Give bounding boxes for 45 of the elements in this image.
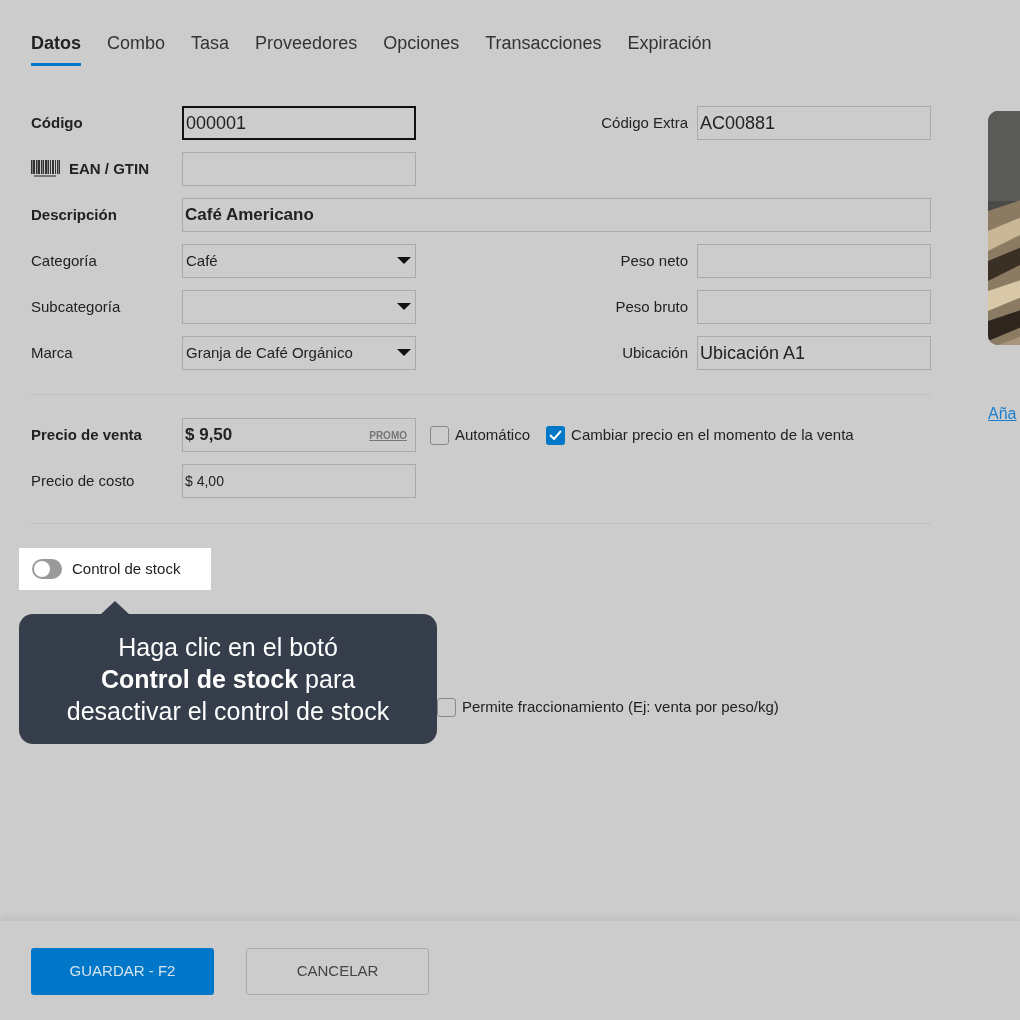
field-label: Precio de venta bbox=[31, 424, 142, 445]
input-field[interactable]: Ubicación A1 bbox=[697, 336, 931, 370]
tab[interactable]: Proveedores bbox=[255, 30, 358, 66]
checkbox[interactable] bbox=[546, 425, 566, 445]
input-field[interactable]: AC00881 bbox=[697, 106, 931, 140]
checkbox-label[interactable]: Cambiar precio en el momento de la venta bbox=[571, 423, 854, 447]
field-label: EAN / GTIN bbox=[69, 158, 149, 179]
tab[interactable]: Tasa bbox=[191, 30, 230, 66]
input-field[interactable] bbox=[697, 290, 931, 324]
tooltip: Haga clic en el botó Control de stock para desactivar el control de stock bbox=[19, 614, 437, 744]
caret-icon bbox=[397, 257, 411, 265]
field-label: Marca bbox=[31, 342, 73, 363]
checkbox-label[interactable]: Automático bbox=[455, 423, 531, 447]
field-label: Descripción bbox=[31, 204, 117, 225]
input-field[interactable]: 000001 bbox=[182, 106, 416, 140]
cancel-button[interactable]: CANCELAR bbox=[246, 948, 429, 995]
input-field[interactable] bbox=[182, 152, 416, 186]
field-label: Código bbox=[31, 112, 83, 133]
dropdown[interactable] bbox=[182, 290, 416, 324]
field-label: Peso neto bbox=[620, 250, 688, 271]
tab[interactable]: Opciones bbox=[383, 30, 460, 66]
field-label: Categoría bbox=[31, 250, 97, 271]
caret-icon bbox=[397, 303, 411, 311]
toggle-switch[interactable] bbox=[32, 559, 62, 579]
input-field[interactable]: Café Americano bbox=[182, 198, 931, 232]
field-label: Código Extra bbox=[601, 112, 688, 133]
tab[interactable]: Expiración bbox=[627, 30, 712, 66]
caret-icon bbox=[397, 349, 411, 357]
checkbox-label[interactable]: Permite fraccionamiento (Ej: venta por peso/kg) bbox=[462, 695, 779, 719]
field-label: Precio de costo bbox=[31, 470, 135, 491]
input-field[interactable]: $ 9,50 PROMO bbox=[182, 418, 416, 452]
field-label: Ubicación bbox=[622, 342, 688, 363]
tab[interactable]: Combo bbox=[107, 30, 166, 66]
field-label: Subcategoría bbox=[31, 296, 121, 317]
input-field[interactable] bbox=[697, 244, 931, 278]
checkbox[interactable] bbox=[437, 697, 456, 717]
tab[interactable]: Transacciones bbox=[485, 30, 602, 66]
tab[interactable]: Datos bbox=[31, 30, 81, 66]
save-button[interactable]: GUARDAR - F2 bbox=[31, 948, 214, 995]
input-field[interactable]: $ 4,00 bbox=[182, 464, 416, 498]
checkbox[interactable] bbox=[430, 425, 449, 445]
dropdown[interactable]: Granja de Café Orgánico bbox=[182, 336, 416, 370]
field-label: Peso bruto bbox=[615, 296, 688, 317]
dropdown[interactable]: Café bbox=[182, 244, 416, 278]
barcode-icon bbox=[31, 159, 61, 179]
